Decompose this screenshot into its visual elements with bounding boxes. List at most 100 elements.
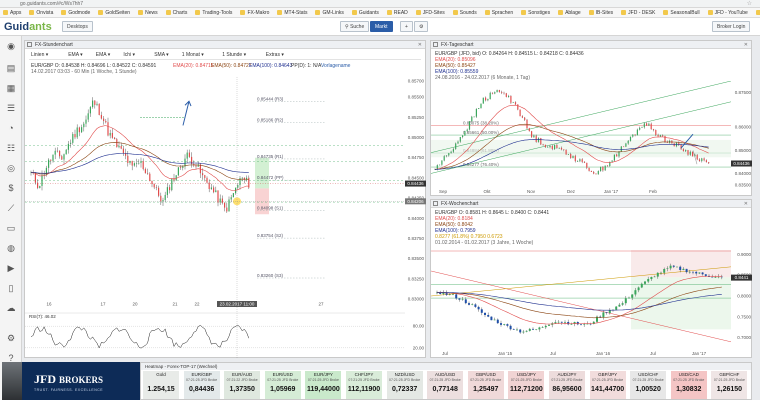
broker-login-button[interactable]: Broker Login — [712, 21, 751, 32]
cloud-icon[interactable]: ☁ — [5, 302, 17, 314]
jfd-brokers-banner[interactable]: JFD BROKERS TRUST. FAIRNESS. EXCELLENCE — [22, 362, 140, 400]
bookmark-label: MT4-Stats — [284, 9, 308, 16]
avatar-icon[interactable]: ◉ — [5, 40, 17, 52]
panel-title-bar[interactable]: FX-Stundenchart ✕ — [25, 41, 425, 49]
toolbar-dropdown[interactable]: Linien ▾ — [31, 51, 48, 59]
bookmark-item[interactable]: SeasonalBull — [663, 10, 700, 16]
daily-candle — [659, 135, 661, 137]
heatmap-cell[interactable]: AUD/USD 07:21:25 JFD Broke 0,77148 — [427, 371, 465, 399]
heatmap-cell[interactable]: GBP/USD 07:21:25 JFD Broke 1,25497 — [467, 371, 505, 399]
close-icon[interactable]: ✕ — [418, 41, 422, 49]
toolbar-dropdown[interactable]: Ichi ▾ — [123, 51, 135, 59]
bookmark-item[interactable]: Sonstiges — [521, 10, 550, 16]
heatmap-cell[interactable]: NZD/USD 07:21:25 JFD Broke 0,72337 — [386, 371, 424, 399]
bookmark-item[interactable]: Apps — [3, 10, 21, 16]
y-tick-label: 0.84000 — [408, 216, 425, 221]
heatmap-cell[interactable]: Gold 1.254,15 — [143, 371, 180, 399]
users-icon[interactable]: ☷ — [5, 142, 17, 154]
heatmap-cell[interactable]: USD/JPY 07:21:25 JFD Broke 112,71200 — [508, 371, 546, 399]
bookmark-label: Sprachen — [491, 9, 514, 16]
add-button[interactable]: + — [400, 21, 413, 32]
heatmap-cell[interactable]: USD/CHF 07:21:25 JFD Broke 1,00520 — [630, 371, 668, 399]
daily-chart-svg[interactable]: 0.86075 (38.20%)0.85661 (50.00%)0.84884 … — [431, 81, 753, 197]
calendar-icon[interactable]: ▦ — [5, 82, 17, 94]
broadcast-icon[interactable]: ◎ — [5, 162, 17, 174]
bookmark-item[interactable]: JFD - YouTube — [707, 10, 748, 16]
heatmap-symbol: AUD/JPY — [557, 372, 577, 377]
close-icon[interactable]: ✕ — [744, 41, 748, 49]
toolbar-dropdown[interactable]: 1 Monat ▾ — [182, 51, 204, 59]
heatmap-cell[interactable]: EUR/AUD 07:21:22 JFD Broke 1,37350 — [224, 371, 262, 399]
bookmark-item[interactable]: Onvista — [29, 10, 53, 16]
settings-button[interactable]: ⚙ — [414, 21, 429, 32]
daily-candle — [565, 149, 567, 155]
folder-icon[interactable]: ▭ — [5, 222, 17, 234]
bookmark-item[interactable]: IB-Sites — [588, 10, 613, 16]
toolbar-dropdown[interactable]: EMA ▾ — [96, 51, 110, 59]
search-button[interactable]: ⚲ Suche — [340, 21, 370, 32]
bookmark-item[interactable]: Live - YouTube — [755, 10, 760, 16]
heatmap-cell[interactable]: CHF/JPY 07:21:25 JFD Broke 112,11900 — [346, 371, 383, 399]
bookmark-item[interactable]: MT4-Stats — [277, 10, 307, 16]
bookmark-item[interactable]: Charts — [165, 10, 187, 16]
globe-icon[interactable]: ◍ — [5, 242, 17, 254]
bookmark-item[interactable]: FX-Makro — [240, 10, 269, 16]
bookmark-item[interactable]: Ablage — [558, 10, 581, 16]
trend-icon[interactable]: ⟋ — [5, 202, 17, 214]
bookmark-item[interactable]: News — [138, 10, 158, 16]
desktops-button[interactable]: Desktops — [62, 21, 93, 32]
panel-title-bar[interactable]: FX-Tageschart ✕ — [431, 41, 751, 49]
bookmark-item[interactable]: READ — [386, 10, 408, 16]
news-icon[interactable]: ▤ — [5, 62, 17, 74]
weekly-candle — [647, 279, 650, 282]
heatmap-cell[interactable]: GBP/JPY 07:21:25 JFD Broke 141,44700 — [589, 371, 627, 399]
heatmap-cell[interactable]: EUR/JPY 07:21:25 JFD Broke 119,44000 — [305, 371, 343, 399]
guidants-logo[interactable]: Guidants — [4, 21, 52, 33]
toolbar-dropdown[interactable]: Extras ▾ — [266, 51, 284, 59]
bookmark-item[interactable]: JFD-Sites — [415, 10, 445, 16]
bookmark-item[interactable]: Godmode — [61, 10, 90, 16]
daily-chart-panel[interactable]: FX-Tageschart ✕ EUR/GBP (JFD, bid) O: 0.8… — [430, 40, 752, 196]
url-text[interactable]: go.guidants.com/#c/Ws7hh7 — [20, 1, 83, 7]
heatmap-cell[interactable]: GBP/CHF 07:21:25 JFD Broke 1,26150 — [711, 371, 749, 399]
bookmark-item[interactable]: GoldSeiten — [98, 10, 130, 16]
heatmap-symbol: GBP/USD — [475, 372, 496, 377]
document-icon[interactable]: ▯ — [5, 282, 17, 294]
bookmark-item[interactable]: Sounds — [452, 10, 477, 16]
heatmap-cell[interactable]: EUR/GBP 07:21:25 JFD Broke 0,84436 — [183, 371, 221, 399]
ema100-info: EMA(100): 0.84643 — [249, 63, 293, 69]
money-icon[interactable]: $ — [5, 182, 17, 194]
bookmark-item[interactable]: GM-Links — [315, 10, 344, 16]
y-tick-label: 0.86000 — [735, 125, 752, 130]
weekly-candle — [695, 271, 698, 274]
bookmark-item[interactable]: Trading-Tools — [195, 10, 232, 16]
bookmark-item[interactable]: Guidants — [351, 10, 379, 16]
heatmap-cell[interactable]: USD/CAD 07:21:25 JFD Broke 1,30832 — [670, 371, 708, 399]
bookmark-star-icon[interactable]: ☆ — [747, 0, 752, 7]
drag-handle-icon[interactable] — [433, 42, 438, 47]
toolbar-dropdown[interactable]: SMA ▾ — [154, 51, 168, 59]
bookmark-item[interactable]: Sprachen — [484, 9, 514, 16]
weekly-chart-panel[interactable]: FX-Wochenchart ✕ EUR/GBP O: 0.8581 H: 0.8… — [430, 199, 752, 358]
close-icon[interactable]: ✕ — [744, 200, 748, 208]
toolbar-dropdown[interactable]: EMA ▾ — [68, 51, 82, 59]
watchlist-icon[interactable]: ☰ — [5, 102, 17, 114]
toolbar-dropdown[interactable]: 1 Stunde ▾ — [222, 51, 246, 59]
bookmark-item[interactable]: JFD - DESK — [621, 10, 655, 16]
heatmap-cell[interactable]: EUR/USD 07:21:25 JFD Broke 1,05969 — [264, 371, 302, 399]
folder-icon — [452, 10, 458, 15]
heatmap-symbol: EUR/AUD — [232, 372, 253, 377]
market-button[interactable]: Markt — [370, 21, 393, 32]
panel-title-bar[interactable]: FX-Wochenchart ✕ — [431, 200, 751, 208]
template-name[interactable]: Vorlagename — [321, 63, 350, 69]
play-icon[interactable]: ▶ — [5, 262, 17, 274]
chart-icon[interactable]: ◔ — [5, 122, 17, 134]
hourly-chart-svg[interactable]: 0.85444 (R3) 0.85186 (R2) 0.84735 (R1) 0.84… — [25, 77, 427, 359]
hourly-chart-panel[interactable]: FX-Stundenchart ✕ Linien ▾ EMA ▾ EMA ▾ Ichi … — [24, 40, 427, 359]
heatmap-cell[interactable]: AUD/JPY 07:21:25 JFD Broke 86,95600 — [549, 371, 586, 399]
gear-icon[interactable]: ⚙ — [5, 332, 17, 344]
drag-handle-icon[interactable] — [433, 201, 438, 206]
weekly-chart-svg[interactable]: 0.90000.85000.80000.75000.70000.8441JulJ… — [431, 246, 753, 359]
drag-handle-icon[interactable] — [27, 42, 32, 47]
hourly-candle — [92, 100, 94, 108]
